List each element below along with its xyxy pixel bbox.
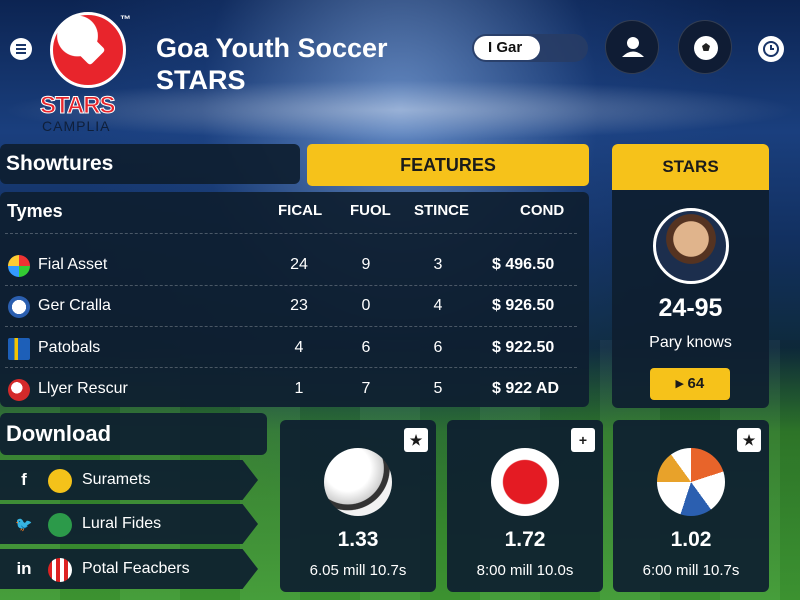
- row-stince: 5: [433, 380, 443, 397]
- row-fuol: 9: [361, 256, 371, 273]
- ball-menu-button[interactable]: [678, 20, 732, 74]
- avatar[interactable]: [653, 208, 729, 284]
- row-stince: 3: [433, 256, 443, 273]
- logo: ™ STARS CAMPLIA: [40, 10, 140, 135]
- table-row[interactable]: Fial Asset 24 9 3 $ 496.50: [0, 244, 589, 285]
- card-odds: 1.02: [670, 528, 712, 551]
- row-fical: 1: [294, 380, 304, 397]
- facebook-icon: f: [21, 470, 27, 489]
- search-toggle[interactable]: I Gar: [472, 34, 588, 62]
- download-item-label: Suramets: [82, 471, 151, 488]
- clock-icon: [763, 41, 779, 57]
- favorite-button[interactable]: ★: [737, 428, 761, 452]
- red-ball-icon: [8, 379, 30, 401]
- download-item-facebook[interactable]: f Suramets: [0, 460, 258, 500]
- user-icon: [622, 37, 644, 57]
- logo-subtitle: CAMPLIA: [42, 118, 111, 134]
- user-profile-button[interactable]: [605, 20, 659, 74]
- tab-features[interactable]: FEATURES: [307, 144, 589, 186]
- row-stince: 4: [433, 297, 443, 314]
- favorite-button[interactable]: ★: [404, 428, 428, 452]
- download-item-label: Potal Feacbers: [82, 560, 190, 577]
- download-item-twitter[interactable]: 🐦 Lural Fides: [0, 504, 258, 544]
- stars-card-title: STARS: [612, 144, 769, 190]
- row-fical: 23: [290, 297, 308, 314]
- row-name: Fial Asset: [38, 256, 108, 273]
- trademark-symbol: ™: [120, 14, 131, 26]
- row-name: Patobals: [38, 339, 101, 356]
- twitter-icon: 🐦: [15, 516, 33, 532]
- logo-wordmark: STARS: [40, 92, 117, 120]
- row-fical: 4: [294, 339, 304, 356]
- card-odds: 1.33: [337, 528, 379, 551]
- divider: [5, 233, 577, 234]
- card-meta: 6:00 mill 10.7s: [642, 562, 740, 579]
- column-header-fical: FICAL: [278, 202, 323, 219]
- column-header-stince: STINCE: [414, 202, 470, 219]
- column-header-cond: COND: [520, 202, 565, 219]
- badge-icon: [48, 469, 72, 493]
- card-meta: 6.05 mill 10.7s: [309, 562, 407, 579]
- add-button[interactable]: +: [571, 428, 595, 452]
- download-heading: Download: [0, 413, 267, 455]
- row-cond: $ 926.50: [492, 297, 555, 314]
- soccer-ball-icon: [8, 296, 30, 318]
- linkedin-icon: in: [16, 559, 32, 578]
- row-stince: 6: [433, 339, 443, 356]
- odds-card[interactable]: ★ 1.33 6.05 mill 10.7s: [280, 420, 436, 592]
- sweden-flag-icon: [8, 338, 30, 360]
- app-title: Goa Youth Soccer STARS: [156, 33, 388, 95]
- clock-settings-button[interactable]: [758, 36, 784, 62]
- odds-card[interactable]: + 1.72 8:00 mill 10.0s: [447, 420, 603, 592]
- star-score: 24-95: [658, 294, 723, 322]
- row-cond: $ 496.50: [492, 256, 555, 273]
- stars-card: STARS 24-95 Pary knows ▸ 64: [612, 144, 769, 408]
- badge-icon: [48, 558, 72, 582]
- table-row[interactable]: Llyer Rescur 1 7 5 $ 922 AD: [0, 368, 589, 409]
- stats-table: Tymes FICAL FUOL STINCE COND Fial Asset …: [0, 192, 589, 407]
- star-subtitle: Pary knows: [649, 334, 732, 351]
- column-header-types: Tymes: [7, 201, 63, 221]
- soccer-ball-icon: [694, 36, 718, 60]
- row-cond: $ 922 AD: [492, 380, 559, 397]
- row-fuol: 0: [361, 297, 371, 314]
- download-item-label: Lural Fides: [82, 515, 162, 532]
- menu-icon[interactable]: [10, 38, 32, 60]
- showtures-heading: Showtures: [0, 144, 300, 184]
- japan-ball-icon: [491, 448, 559, 516]
- table-row[interactable]: Ger Cralla 23 0 4 $ 926.50: [0, 285, 589, 326]
- play-button[interactable]: ▸ 64: [650, 368, 730, 400]
- soccer-ball-icon: [657, 448, 725, 516]
- column-header-fuol: FUOL: [350, 202, 391, 219]
- logo-ball-icon: [50, 12, 126, 88]
- row-cond: $ 922.50: [492, 339, 555, 356]
- row-fuol: 7: [361, 380, 371, 397]
- odds-card[interactable]: ★ 1.02 6:00 mill 10.7s: [613, 420, 769, 592]
- card-meta: 8:00 mill 10.0s: [476, 562, 574, 579]
- badge-icon: [48, 513, 72, 537]
- row-name: Ger Cralla: [38, 297, 111, 314]
- download-item-linkedin[interactable]: in Potal Feacbers: [0, 549, 258, 589]
- search-input[interactable]: I Gar: [474, 36, 540, 60]
- team-badge-icon: [8, 255, 30, 277]
- table-row[interactable]: Patobals 4 6 6 $ 922.50: [0, 327, 589, 368]
- row-fuol: 6: [361, 339, 371, 356]
- row-fical: 24: [290, 256, 308, 273]
- card-odds: 1.72: [504, 528, 546, 551]
- soccer-ball-icon: [324, 448, 392, 516]
- row-name: Llyer Rescur: [38, 380, 128, 397]
